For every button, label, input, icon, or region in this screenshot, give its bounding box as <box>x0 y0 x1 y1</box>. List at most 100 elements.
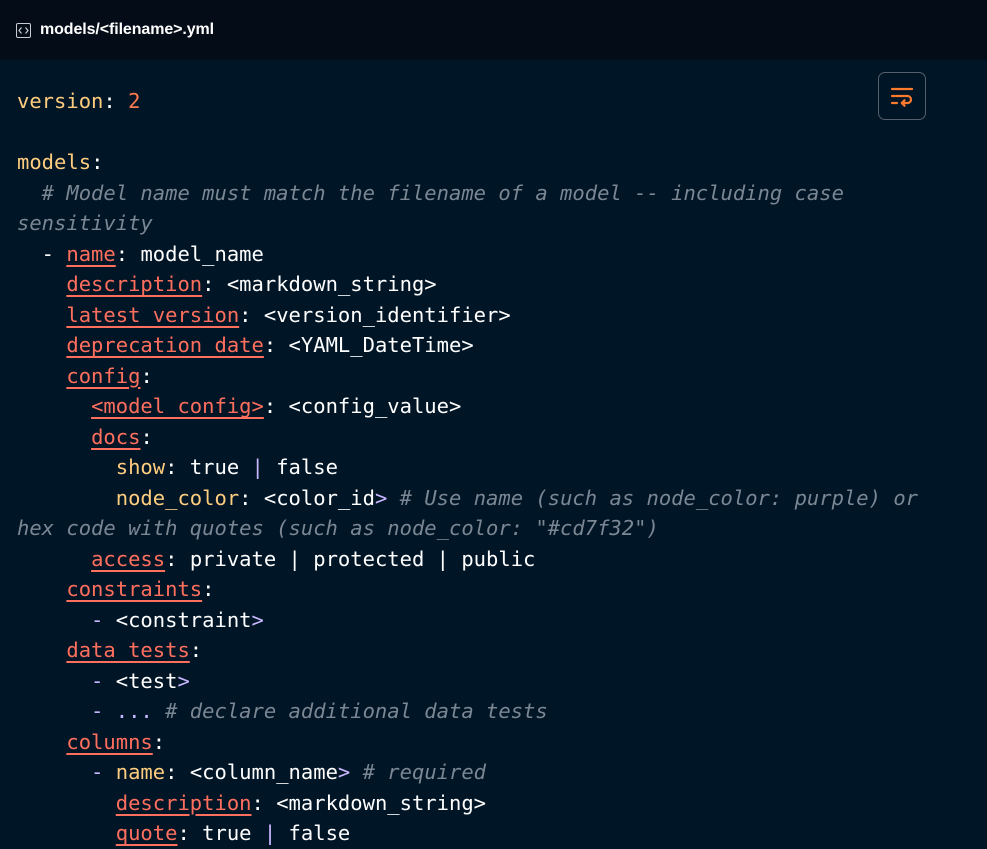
code-token: version <box>17 89 104 113</box>
code-token: - <box>17 607 116 632</box>
code-line: - <test> <box>17 666 957 697</box>
code-token: : <box>165 760 190 784</box>
code-token: <markdown_string> <box>226 272 437 296</box>
code-line: version: 2 <box>17 86 957 117</box>
yaml-key: deprecation_date <box>66 333 264 357</box>
code-token: : <box>103 89 129 113</box>
code-line: - name: model_name <box>17 239 957 270</box>
code-line: - ... # declare additional data tests <box>17 696 957 727</box>
code-token: : <box>91 150 104 174</box>
code-token: model_name <box>140 241 264 266</box>
code-token: | <box>263 821 277 845</box>
code-token: - <box>17 668 116 693</box>
code-token: - <box>17 760 116 784</box>
yaml-key: name <box>66 241 116 266</box>
code-token: models <box>17 150 92 174</box>
code-token: <YAML_DateTime> <box>288 333 474 357</box>
yaml-key: quote <box>115 821 178 845</box>
code-line: <model_config>: <config_value> <box>17 391 957 422</box>
code-token: : <box>115 241 141 266</box>
code-token: name <box>115 760 166 784</box>
code-line: latest_version: <version_identifier> <box>17 300 957 331</box>
code-line: deprecation_date: <YAML_DateTime> <box>17 330 957 361</box>
code-line: description: <markdown_string> <box>17 269 957 300</box>
code-token: false <box>263 455 338 479</box>
code-comment: sensitivity <box>17 211 153 235</box>
code-token: : <box>165 546 190 571</box>
code-token: > <box>177 668 190 693</box>
code-token: private | protected | public <box>189 546 536 571</box>
code-comment: hex code with quotes (such as node_color… <box>17 516 659 540</box>
code-token: : <box>239 485 264 510</box>
code-token: false <box>276 821 351 845</box>
code-line: description: <markdown_string> <box>17 788 957 819</box>
code-comment: # declare additional data tests <box>152 699 548 723</box>
code-token: true <box>189 455 252 479</box>
code-comment: # Use name (such as node_color: purple) … <box>387 485 919 510</box>
code-token: <config_value> <box>288 394 462 418</box>
code-token: <column_name <box>189 760 338 784</box>
code-token: | <box>251 455 264 479</box>
code-token: > <box>337 760 351 784</box>
code-token: : <box>177 821 203 845</box>
file-header: models/<filename>.yml <box>0 0 987 60</box>
yaml-key: access <box>91 546 166 571</box>
yaml-key: config <box>66 363 141 388</box>
code-token: : <box>165 455 190 479</box>
code-token: : <box>239 302 264 327</box>
code-line: models: <box>17 147 957 178</box>
code-line: hex code with quotes (such as node_color… <box>17 513 957 544</box>
code-comment: # Model name must match the filename of … <box>17 180 844 205</box>
yaml-key: docs <box>91 424 141 449</box>
code-token: : <box>202 272 227 296</box>
code-token: <color_id <box>263 485 375 510</box>
code-comment: # required <box>350 760 487 784</box>
yaml-key: columns <box>66 729 153 754</box>
code-line: columns: <box>17 727 957 758</box>
yaml-key: description <box>66 272 203 296</box>
code-token: : <box>263 394 289 418</box>
code-token: : <box>140 424 153 449</box>
code-token: : <box>189 638 203 662</box>
code-token: 2 <box>128 89 141 113</box>
code-token: : <box>202 577 215 601</box>
code-line: sensitivity <box>17 208 957 239</box>
code-line: node_color: <color_id> # Use name (such … <box>17 483 957 514</box>
code-content: version: 2 models: # Model name must mat… <box>17 86 957 849</box>
code-line: - <constraint> <box>17 605 957 636</box>
code-token: true <box>202 821 264 845</box>
code-line: docs: <box>17 422 957 453</box>
yaml-key: constraints <box>66 577 203 601</box>
code-line: quote: true | false <box>17 818 957 849</box>
code-line: - name: <column_name> # required <box>17 757 957 788</box>
code-line: constraints: <box>17 574 957 605</box>
code-line: # Model name must match the filename of … <box>17 178 957 209</box>
yaml-key: <model_config> <box>91 394 264 418</box>
code-token: > <box>374 485 388 510</box>
code-line: data_tests: <box>17 635 957 666</box>
code-token: <constraint <box>115 607 252 632</box>
code-token: <markdown_string> <box>276 790 487 815</box>
code-token: - ... <box>17 699 153 723</box>
code-block: version: 2 models: # Model name must mat… <box>0 60 987 846</box>
yaml-key: description <box>115 790 252 815</box>
yaml-key: latest_version <box>66 302 240 327</box>
code-token: show <box>115 455 166 479</box>
code-token: : <box>152 729 166 754</box>
code-token: - <box>17 241 67 266</box>
code-line: access: private | protected | public <box>17 544 957 575</box>
code-token: <version_identifier> <box>263 302 511 327</box>
file-name: models/<filename>.yml <box>40 21 214 38</box>
